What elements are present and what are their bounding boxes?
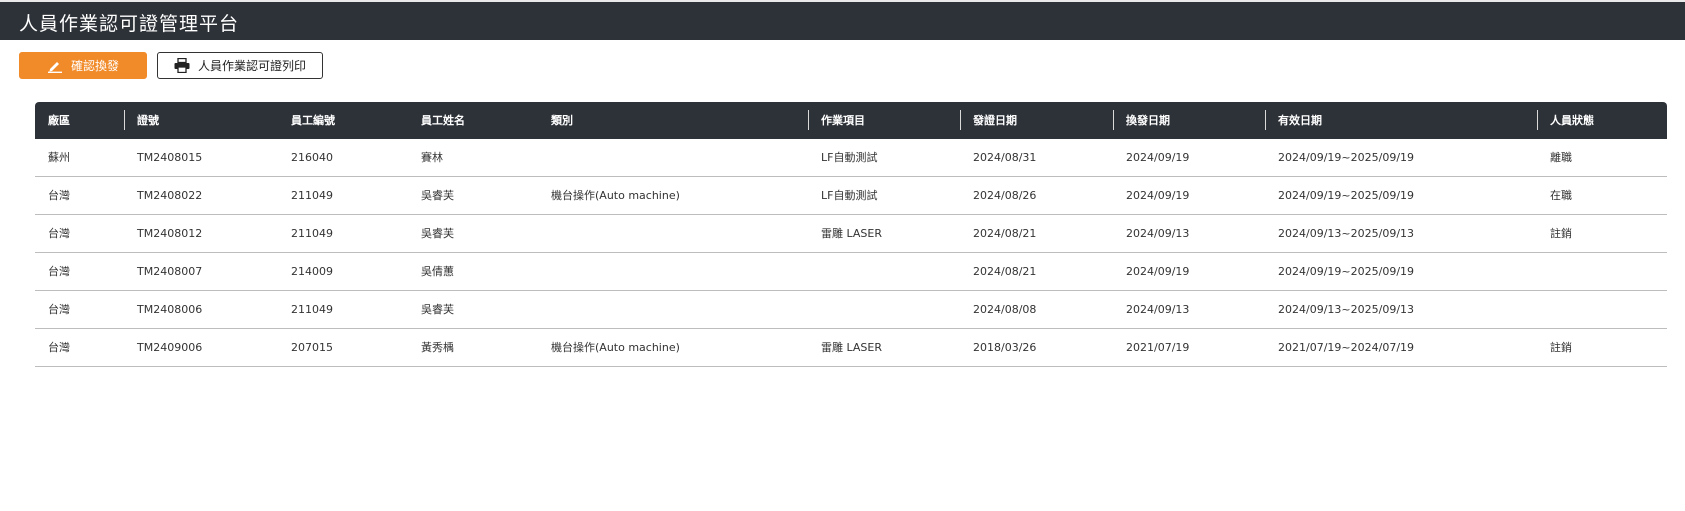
- permit-table: 廠區 證號 員工編號 員工姓名 類別 作業項目 發證日期 換發日期 有效日期 人…: [35, 102, 1667, 367]
- cell-category: 機台操作(Auto machine): [551, 341, 680, 354]
- column-header-status[interactable]: 人員狀態: [1537, 102, 1594, 139]
- cell-permit-no: TM2408007: [137, 265, 203, 278]
- cell-permit-no: TM2408006: [137, 303, 203, 316]
- cell-reissue-date: 2024/09/13: [1126, 227, 1190, 240]
- cell-reissue-date: 2024/09/19: [1126, 189, 1190, 202]
- cell-status: 註銷: [1550, 341, 1572, 354]
- column-header-employee-name[interactable]: 員工姓名: [421, 102, 465, 139]
- cell-work-item: LF自動測試: [821, 151, 878, 164]
- cell-employee-id: 214009: [291, 265, 333, 278]
- cell-employee-name: 賽林: [421, 151, 443, 164]
- table-row[interactable]: 台灣 TM2408022 211049 吳睿芙 機台操作(Auto machine) LF…: [35, 177, 1667, 215]
- cell-work-item: LF自動測試: [821, 189, 878, 202]
- cell-valid-period: 2024/09/19~2025/09/19: [1278, 151, 1415, 164]
- column-header-category[interactable]: 類別: [551, 102, 573, 139]
- table-body: 蘇州 TM2408015 216040 賽林 LF自動測試 2024/08/31 2024/…: [35, 139, 1667, 367]
- column-header-employee-id[interactable]: 員工編號: [291, 102, 335, 139]
- column-header-work-item[interactable]: 作業項目: [808, 102, 865, 139]
- pencil-icon: [47, 59, 63, 73]
- cell-employee-id: 207015: [291, 341, 333, 354]
- printer-icon: [174, 58, 190, 73]
- cell-valid-period: 2024/09/13~2025/09/13: [1278, 227, 1415, 240]
- confirm-reissue-button[interactable]: 確認換發: [19, 52, 147, 79]
- print-permit-label: 人員作業認可證列印: [197, 59, 306, 73]
- cell-issue-date: 2024/08/31: [973, 151, 1037, 164]
- cell-plant: 台灣: [48, 341, 70, 354]
- cell-valid-period: 2024/09/19~2025/09/19: [1278, 265, 1415, 278]
- table-row[interactable]: 台灣 TM2408007 214009 吳倩蕙 2024/08/21 2024/09/19…: [35, 253, 1667, 291]
- cell-issue-date: 2024/08/26: [973, 189, 1037, 202]
- cell-permit-no: TM2409006: [137, 341, 203, 354]
- cell-status: 在職: [1550, 189, 1572, 202]
- column-header-plant[interactable]: 廠區: [48, 102, 70, 139]
- cell-permit-no: TM2408022: [137, 189, 203, 202]
- cell-work-item: 雷雕 LASER: [821, 227, 882, 240]
- cell-valid-period: 2021/07/19~2024/07/19: [1278, 341, 1415, 354]
- cell-employee-name: 吳倩蕙: [421, 265, 454, 278]
- cell-employee-name: 吳睿芙: [421, 227, 454, 240]
- print-permit-button[interactable]: 人員作業認可證列印: [157, 52, 323, 79]
- table-row[interactable]: 蘇州 TM2408015 216040 賽林 LF自動測試 2024/08/31 2024/…: [35, 139, 1667, 177]
- table-header: 廠區 證號 員工編號 員工姓名 類別 作業項目 發證日期 換發日期 有效日期 人…: [35, 102, 1667, 139]
- cell-status: 註銷: [1550, 227, 1572, 240]
- column-header-reissue-date[interactable]: 換發日期: [1113, 102, 1170, 139]
- column-header-permit-no[interactable]: 證號: [124, 102, 159, 139]
- table-row[interactable]: 台灣 TM2409006 207015 黃秀楀 機台操作(Auto machine) 雷雕…: [35, 329, 1667, 367]
- cell-employee-id: 211049: [291, 227, 333, 240]
- cell-reissue-date: 2024/09/19: [1126, 265, 1190, 278]
- cell-employee-id: 211049: [291, 189, 333, 202]
- cell-valid-period: 2024/09/13~2025/09/13: [1278, 303, 1415, 316]
- confirm-reissue-label: 確認換發: [70, 59, 119, 73]
- cell-plant: 蘇州: [48, 151, 70, 164]
- column-header-issue-date[interactable]: 發證日期: [960, 102, 1017, 139]
- cell-issue-date: 2024/08/08: [973, 303, 1037, 316]
- table-row[interactable]: 台灣 TM2408006 211049 吳睿芙 2024/08/08 2024/09/13…: [35, 291, 1667, 329]
- cell-plant: 台灣: [48, 227, 70, 240]
- cell-employee-name: 黃秀楀: [421, 341, 454, 354]
- cell-issue-date: 2024/08/21: [973, 227, 1037, 240]
- cell-employee-id: 211049: [291, 303, 333, 316]
- cell-plant: 台灣: [48, 265, 70, 278]
- cell-valid-period: 2024/09/19~2025/09/19: [1278, 189, 1415, 202]
- app-title-bar: 人員作業認可證管理平台: [0, 0, 1685, 40]
- cell-reissue-date: 2021/07/19: [1126, 341, 1190, 354]
- cell-issue-date: 2018/03/26: [973, 341, 1037, 354]
- cell-employee-name: 吳睿芙: [421, 303, 454, 316]
- cell-permit-no: TM2408015: [137, 151, 203, 164]
- cell-issue-date: 2024/08/21: [973, 265, 1037, 278]
- cell-category: 機台操作(Auto machine): [551, 189, 680, 202]
- cell-reissue-date: 2024/09/19: [1126, 151, 1190, 164]
- cell-plant: 台灣: [48, 189, 70, 202]
- table-row[interactable]: 台灣 TM2408012 211049 吳睿芙 雷雕 LASER 2024/08/21 20…: [35, 215, 1667, 253]
- cell-work-item: 雷雕 LASER: [821, 341, 882, 354]
- cell-employee-id: 216040: [291, 151, 333, 164]
- cell-permit-no: TM2408012: [137, 227, 203, 240]
- column-header-valid-period[interactable]: 有效日期: [1265, 102, 1322, 139]
- cell-status: 離職: [1550, 151, 1572, 164]
- cell-reissue-date: 2024/09/13: [1126, 303, 1190, 316]
- app-title: 人員作業認可證管理平台: [19, 13, 240, 35]
- cell-plant: 台灣: [48, 303, 70, 316]
- cell-employee-name: 吳睿芙: [421, 189, 454, 202]
